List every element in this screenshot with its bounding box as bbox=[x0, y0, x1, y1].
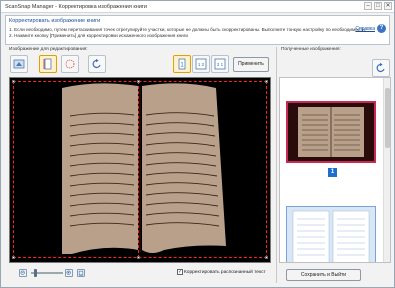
minimize-button[interactable]: – bbox=[364, 2, 372, 10]
rotate-icon bbox=[92, 58, 101, 69]
edit-image-label: Изображение для редактирования: bbox=[9, 47, 88, 52]
crop-handle-bottom-middle[interactable] bbox=[137, 256, 140, 259]
thumbnail-selected[interactable] bbox=[286, 101, 376, 163]
close-button[interactable]: ✕ bbox=[384, 2, 392, 10]
thumbnails-scrollbar[interactable] bbox=[383, 78, 390, 262]
image-editor-canvas[interactable] bbox=[9, 77, 271, 263]
window-title: ScanSnap Manager - Корректировка изображ… bbox=[5, 4, 147, 10]
refresh-button[interactable] bbox=[372, 59, 390, 77]
crop-handle-top-middle[interactable] bbox=[137, 80, 140, 83]
book-mode-icon bbox=[43, 58, 52, 70]
scrollbar-thumb[interactable] bbox=[385, 88, 390, 148]
title-bar: ScanSnap Manager - Корректировка изображ… bbox=[1, 1, 394, 13]
two-pages-right-icon: 1 2 bbox=[195, 58, 207, 70]
zoom-in-button[interactable] bbox=[65, 269, 73, 277]
book-correction-window: ScanSnap Manager - Корректировка изображ… bbox=[0, 0, 395, 288]
two-pages-left-button[interactable]: 2 1 bbox=[211, 55, 229, 73]
save-and-exit-button[interactable]: Сохранить и Выйти bbox=[286, 269, 361, 281]
apply-button[interactable]: Применить bbox=[233, 57, 269, 72]
instruction-step-2: 2. Нажмите кнопку [Применить] для коррек… bbox=[9, 33, 188, 38]
instructions-panel: Корректировать изображение книги 1. Если… bbox=[5, 15, 390, 45]
correct-text-label: Корректировать распознанный текст bbox=[184, 269, 266, 275]
fit-button[interactable] bbox=[77, 269, 85, 277]
crop-handle-top-left[interactable] bbox=[12, 80, 15, 83]
rotate-button[interactable] bbox=[88, 55, 106, 73]
instruction-step-1: 1. Если необходимо, путем перетаскивания… bbox=[9, 27, 366, 32]
crop-handle-top-right[interactable] bbox=[265, 80, 268, 83]
window-controls: – □ ✕ bbox=[364, 2, 392, 10]
fit-icon bbox=[78, 270, 84, 276]
zoom-out-button[interactable] bbox=[19, 269, 27, 277]
book-mode-button[interactable] bbox=[39, 55, 57, 73]
crop-boundary[interactable] bbox=[13, 81, 267, 258]
correct-text-checkbox[interactable]: ✓ bbox=[177, 269, 183, 275]
pages-two-one-label: 2 1 bbox=[217, 62, 224, 67]
result-images-label: Полученные изображения: bbox=[281, 47, 341, 52]
page-split-line[interactable] bbox=[138, 81, 139, 258]
help-link[interactable]: Справка bbox=[355, 26, 375, 32]
thumbnail-page-2[interactable] bbox=[286, 206, 376, 262]
two-pages-left-icon: 2 1 bbox=[214, 58, 226, 70]
crop-handle-bottom-right[interactable] bbox=[265, 256, 268, 259]
instructions-heading: Корректировать изображение книги bbox=[9, 18, 101, 24]
help-icon[interactable]: ? bbox=[377, 24, 386, 33]
result-thumbnails-list[interactable]: 1 bbox=[279, 77, 391, 263]
crop-mode-button[interactable] bbox=[61, 55, 79, 73]
correct-text-option[interactable]: ✓ Корректировать распознанный текст bbox=[177, 269, 266, 275]
maximize-button[interactable]: □ bbox=[374, 2, 382, 10]
two-pages-right-button[interactable]: 1 2 bbox=[192, 55, 210, 73]
panel-divider bbox=[276, 47, 277, 283]
zoom-in-icon bbox=[66, 270, 71, 275]
single-page-icon: 1 bbox=[178, 58, 186, 70]
thumbnail-book-image bbox=[298, 107, 364, 157]
crop-mode-icon bbox=[65, 59, 75, 69]
single-page-button[interactable]: 1 bbox=[173, 55, 191, 73]
page-number-badge: 1 bbox=[328, 168, 337, 177]
pages-one-two-label: 1 2 bbox=[198, 62, 205, 67]
zoom-out-icon bbox=[20, 270, 25, 275]
zoom-slider-knob[interactable] bbox=[34, 269, 38, 277]
refresh-icon bbox=[376, 62, 385, 73]
crop-handle-bottom-left[interactable] bbox=[12, 256, 15, 259]
thumbnail-page-image bbox=[292, 210, 370, 262]
fit-page-button[interactable] bbox=[10, 55, 28, 73]
fit-page-icon bbox=[13, 59, 25, 69]
